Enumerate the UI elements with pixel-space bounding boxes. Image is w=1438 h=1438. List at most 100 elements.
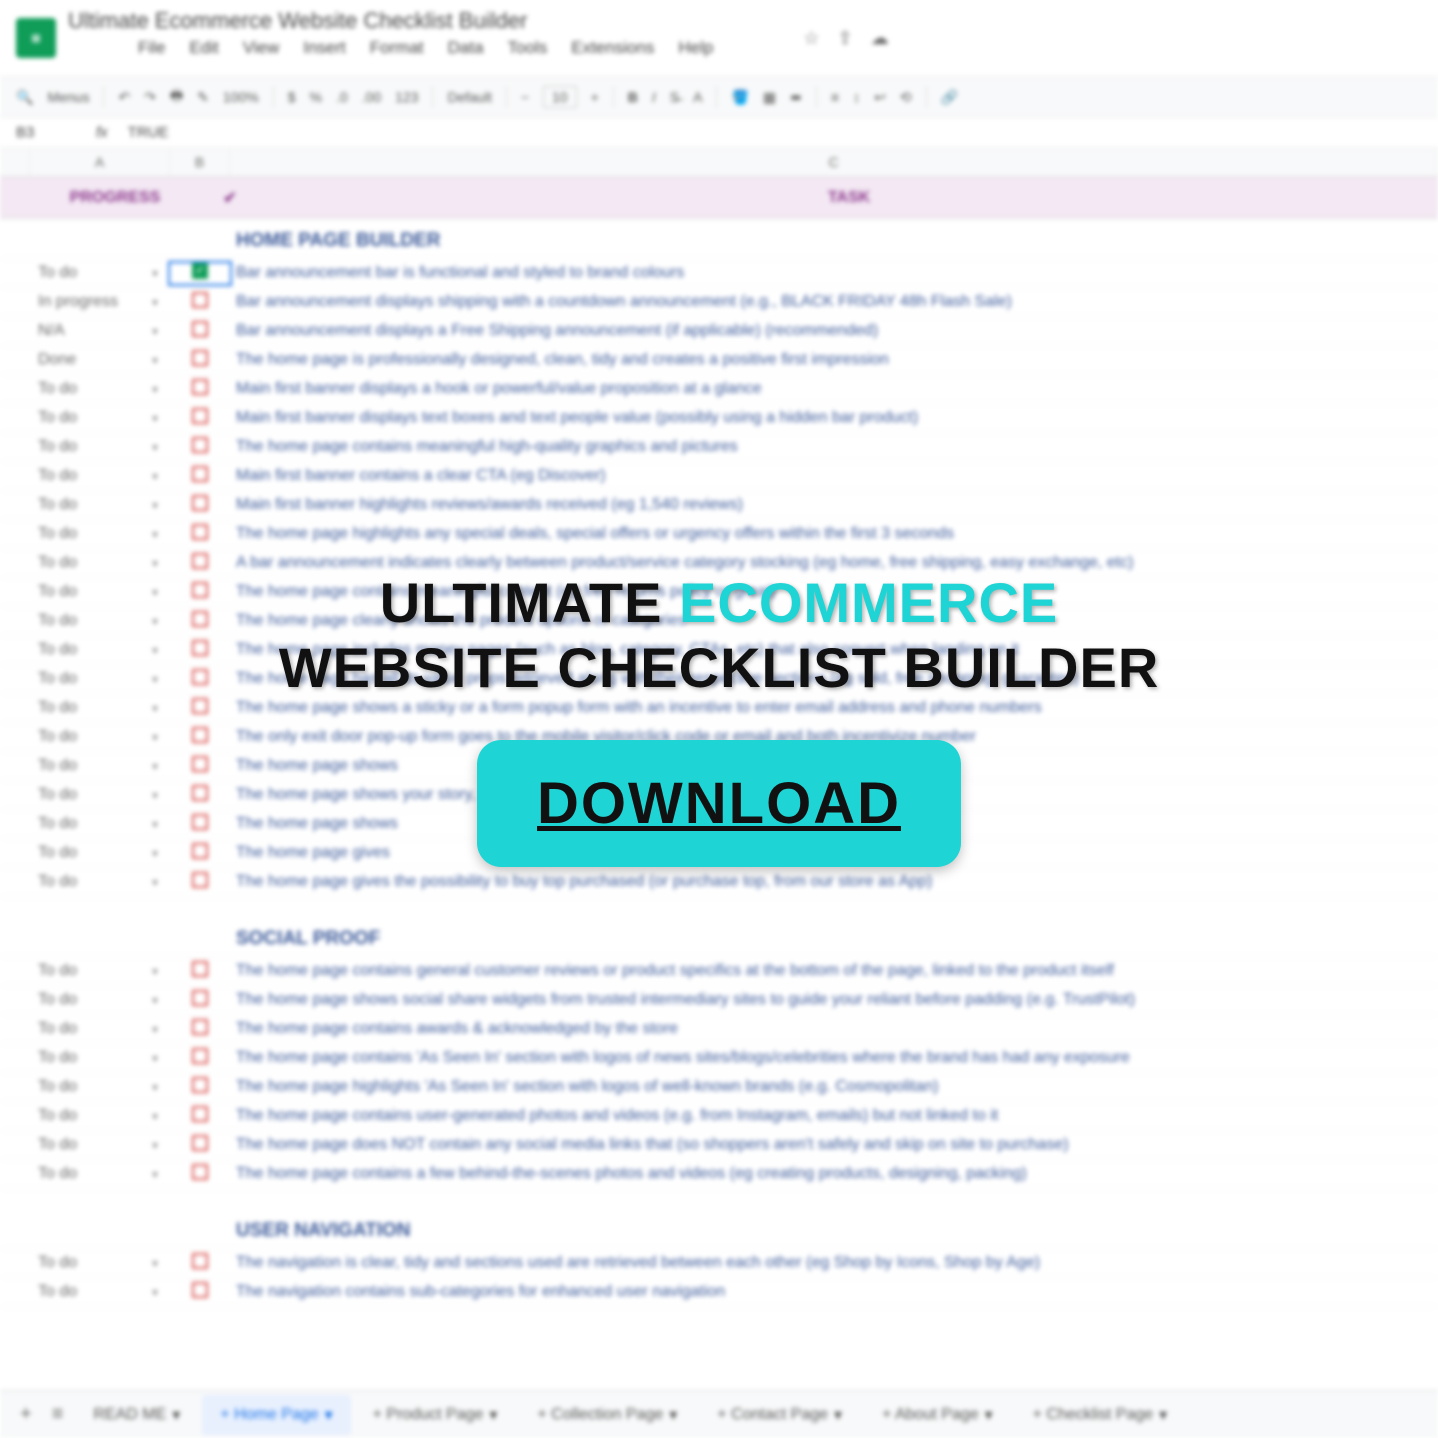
checkbox[interactable] — [192, 1135, 208, 1151]
chevron-down-icon[interactable]: ▾ — [140, 441, 170, 454]
checkbox[interactable] — [192, 990, 208, 1006]
status-dropdown[interactable]: To do — [30, 438, 140, 456]
chevron-down-icon[interactable]: ▾ — [1159, 1405, 1167, 1425]
status-dropdown[interactable]: To do — [30, 1165, 140, 1183]
checkbox[interactable] — [192, 1282, 208, 1298]
paint-icon[interactable]: ✎ — [197, 89, 209, 106]
search-icon[interactable]: 🔍 — [16, 89, 33, 106]
cell-reference[interactable]: B3 — [16, 124, 76, 141]
status-dropdown[interactable]: To do — [30, 496, 140, 514]
print-icon[interactable]: 🖶 — [170, 85, 183, 109]
fill-icon[interactable]: 🪣 — [731, 89, 748, 106]
chevron-down-icon[interactable]: ▾ — [140, 673, 170, 686]
chevron-down-icon[interactable]: ▾ — [325, 1405, 333, 1425]
chevron-down-icon[interactable]: ▾ — [140, 1110, 170, 1123]
checkbox[interactable] — [192, 611, 208, 627]
menu-format[interactable]: Format — [370, 38, 424, 58]
checkbox[interactable] — [192, 1164, 208, 1180]
checkbox[interactable] — [192, 379, 208, 395]
menu-tools[interactable]: Tools — [508, 38, 548, 58]
status-dropdown[interactable]: To do — [30, 1283, 140, 1301]
borders-icon[interactable]: ▦ — [763, 89, 776, 106]
status-dropdown[interactable]: To do — [30, 873, 140, 891]
status-dropdown[interactable]: Done — [30, 351, 140, 369]
checkbox[interactable] — [192, 1106, 208, 1122]
bold-icon[interactable]: B — [628, 89, 638, 105]
status-dropdown[interactable]: To do — [30, 1254, 140, 1272]
document-title[interactable]: Ultimate Ecommerce Website Checklist Bui… — [68, 8, 783, 34]
wrap-icon[interactable]: ↩ — [874, 89, 886, 106]
sheet-tab[interactable]: + About Page ▾ — [864, 1395, 1011, 1435]
status-dropdown[interactable]: To do — [30, 1078, 140, 1096]
checkbox[interactable] — [192, 582, 208, 598]
status-dropdown[interactable]: To do — [30, 1020, 140, 1038]
chevron-down-icon[interactable]: ▾ — [140, 528, 170, 541]
status-dropdown[interactable]: In progress — [30, 293, 140, 311]
chevron-down-icon[interactable]: ▾ — [140, 994, 170, 1007]
chevron-down-icon[interactable]: ▾ — [140, 789, 170, 802]
menu-extensions[interactable]: Extensions — [571, 38, 654, 58]
chevron-down-icon[interactable]: ▾ — [985, 1405, 993, 1425]
checkbox[interactable] — [192, 872, 208, 888]
format-icon[interactable]: 123 — [395, 89, 418, 105]
checkbox[interactable] — [192, 553, 208, 569]
chevron-down-icon[interactable]: ▾ — [140, 965, 170, 978]
chevron-down-icon[interactable]: ▾ — [489, 1405, 497, 1425]
font-select[interactable]: Default — [447, 89, 491, 105]
cloud-icon[interactable]: ☁ — [871, 28, 889, 49]
toolbar-search[interactable]: Menus — [47, 89, 89, 105]
checkbox[interactable] — [192, 408, 208, 424]
col-c[interactable]: C — [230, 148, 1438, 176]
status-dropdown[interactable]: To do — [30, 264, 140, 282]
checkbox[interactable] — [192, 1048, 208, 1064]
status-dropdown[interactable]: To do — [30, 728, 140, 746]
decimal-inc-icon[interactable]: .00 — [362, 89, 381, 105]
status-dropdown[interactable]: To do — [30, 467, 140, 485]
checkbox[interactable] — [192, 495, 208, 511]
chevron-down-icon[interactable]: ▾ — [140, 1023, 170, 1036]
menu-file[interactable]: File — [138, 38, 165, 58]
chevron-down-icon[interactable]: ▾ — [140, 818, 170, 831]
checkbox[interactable] — [192, 1253, 208, 1269]
status-dropdown[interactable]: To do — [30, 1136, 140, 1154]
chevron-down-icon[interactable]: ▾ — [834, 1405, 842, 1425]
italic-icon[interactable]: I — [652, 89, 656, 105]
currency-icon[interactable]: $ — [288, 89, 296, 105]
status-dropdown[interactable]: N/A — [30, 322, 140, 340]
font-size-inc[interactable]: + — [591, 89, 599, 105]
status-dropdown[interactable]: To do — [30, 554, 140, 572]
status-dropdown[interactable]: To do — [30, 962, 140, 980]
chevron-down-icon[interactable]: ▾ — [140, 1286, 170, 1299]
chevron-down-icon[interactable]: ▾ — [140, 1139, 170, 1152]
checkbox[interactable] — [192, 437, 208, 453]
col-a[interactable]: A — [30, 148, 170, 176]
status-dropdown[interactable]: To do — [30, 991, 140, 1009]
chevron-down-icon[interactable]: ▾ — [140, 325, 170, 338]
chevron-down-icon[interactable]: ▾ — [140, 702, 170, 715]
checkbox[interactable] — [192, 756, 208, 772]
chevron-down-icon[interactable]: ▾ — [140, 1081, 170, 1094]
move-icon[interactable]: ⇪ — [838, 28, 853, 49]
checkbox[interactable] — [192, 669, 208, 685]
chevron-down-icon[interactable]: ▾ — [140, 876, 170, 889]
redo-icon[interactable]: ↷ — [144, 89, 156, 106]
undo-icon[interactable]: ↶ — [118, 89, 130, 106]
chevron-down-icon[interactable]: ▾ — [140, 586, 170, 599]
chevron-down-icon[interactable]: ▾ — [140, 296, 170, 309]
chevron-down-icon[interactable]: ▾ — [140, 1257, 170, 1270]
merge-icon[interactable]: ⬌ — [790, 89, 802, 106]
checkbox[interactable] — [192, 961, 208, 977]
align-icon[interactable]: ≡ — [831, 89, 839, 105]
status-dropdown[interactable]: To do — [30, 409, 140, 427]
sheet-tab[interactable]: + Collection Page ▾ — [519, 1395, 695, 1435]
status-dropdown[interactable]: To do — [30, 583, 140, 601]
menu-insert[interactable]: Insert — [303, 38, 346, 58]
chevron-down-icon[interactable]: ▾ — [140, 267, 170, 280]
rotate-icon[interactable]: ⟲ — [900, 89, 912, 106]
status-dropdown[interactable]: To do — [30, 380, 140, 398]
star-icon[interactable]: ☆ — [803, 28, 819, 49]
checkbox[interactable] — [192, 321, 208, 337]
status-dropdown[interactable]: To do — [30, 670, 140, 688]
sheet-tab[interactable]: READ ME ▾ — [75, 1395, 198, 1435]
font-size-dec[interactable]: − — [521, 89, 529, 105]
